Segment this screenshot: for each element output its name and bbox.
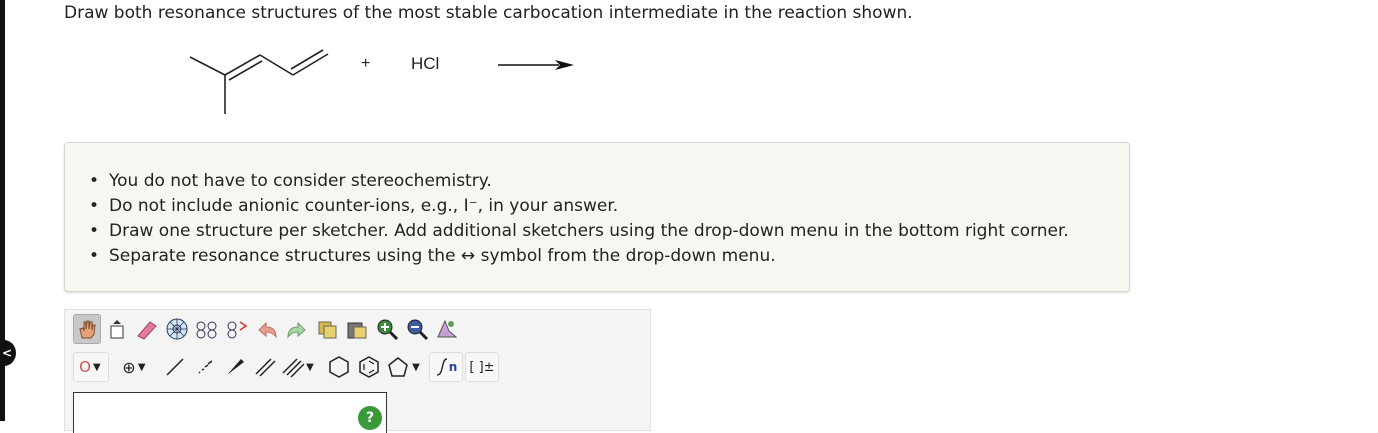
reaction-structure (189, 49, 329, 114)
chevron-left-icon: < (1, 346, 12, 360)
zoom-out-button[interactable] (403, 314, 431, 344)
hand-tool-button[interactable] (73, 314, 101, 344)
erase-all-icon (110, 320, 124, 339)
plus-sign: + (361, 55, 371, 72)
paste-button[interactable] (343, 314, 371, 344)
copy-button[interactable] (313, 314, 341, 344)
cyclohexane-button[interactable] (325, 352, 353, 382)
reaction-arrow-icon (498, 60, 574, 70)
benzene-icon (359, 356, 379, 378)
single-bond-button[interactable] (161, 352, 189, 382)
charge-selector[interactable]: ⊕ ▼ (117, 352, 153, 382)
instruction-item: You do not have to consider stereochemis… (89, 169, 1069, 194)
reaction-map-icon (227, 321, 248, 339)
instructions-panel: You do not have to consider stereochemis… (64, 142, 1130, 292)
clean-button[interactable] (433, 314, 461, 344)
wedge-bond-button[interactable] (221, 352, 249, 382)
double-bond-icon (255, 358, 276, 377)
bond-methyl-left (189, 56, 226, 76)
cyclohexane-icon (329, 356, 349, 378)
instruction-item: Draw one structure per sketcher. Add add… (89, 219, 1069, 244)
paste-icon (347, 322, 367, 339)
dropdown-arrow-icon: ▼ (412, 361, 420, 373)
reaction-map-button[interactable] (223, 314, 251, 344)
cyclopentane-icon (388, 357, 408, 377)
eraser-icon (137, 321, 157, 340)
cyclopentane-selector[interactable]: ▼ (385, 352, 423, 382)
benzene-button[interactable] (355, 352, 383, 382)
toolbar-row-2: O ▼ ⊕ ▼ ▼ ▼ n []± (73, 352, 501, 382)
erase-all-button[interactable] (103, 314, 131, 344)
wedge-bond-icon (227, 359, 244, 375)
collapse-tab[interactable]: < (0, 340, 16, 366)
clean-icon (437, 319, 458, 338)
instruction-item: Separate resonance structures using the … (89, 244, 1069, 269)
eraser-button[interactable] (133, 314, 161, 344)
reagent-label: HCl (411, 54, 440, 73)
undo-icon (258, 321, 277, 339)
redo-icon (287, 321, 306, 339)
copy-icon (318, 321, 337, 339)
triple-bond-selector[interactable]: ▼ (281, 352, 317, 382)
sgroup-button[interactable]: n (429, 352, 463, 382)
bond-single (259, 54, 294, 76)
zoom-out-icon (407, 319, 429, 341)
undo-button[interactable] (253, 314, 281, 344)
ring-template-icon (166, 318, 188, 340)
element-value: O (79, 358, 91, 376)
instruction-item: Do not include anionic counter-ions, e.g… (89, 194, 1069, 219)
dropdown-arrow-icon: ▼ (137, 361, 146, 373)
hand-icon (79, 320, 96, 339)
drawing-canvas[interactable]: ? (73, 392, 387, 433)
bracket-label: [ ]± (469, 359, 495, 375)
hashed-bond-button[interactable] (191, 352, 219, 382)
instructions-list: You do not have to consider stereochemis… (89, 169, 1069, 269)
single-bond-icon (166, 358, 184, 376)
zoom-in-icon (377, 319, 399, 341)
sgroup-label: n (448, 360, 458, 374)
dropdown-arrow-icon: ▼ (93, 361, 101, 373)
atom-map-icon (196, 321, 217, 339)
double-bond-button[interactable] (251, 352, 279, 382)
dropdown-arrow-icon: ▼ (306, 361, 314, 373)
element-selector[interactable]: O ▼ (73, 352, 109, 382)
molecule-sketcher: O ▼ ⊕ ▼ ▼ ▼ n []± ? (64, 309, 651, 433)
zoom-in-button[interactable] (373, 314, 401, 344)
charge-value: ⊕ (122, 357, 136, 377)
question-text: Draw both resonance structures of the mo… (64, 3, 913, 23)
triple-bond-icon (282, 358, 304, 378)
atom-map-button[interactable] (193, 314, 221, 344)
ring-template-button[interactable] (163, 314, 191, 344)
bracket-button[interactable]: [ ]± (465, 352, 499, 382)
sgroup-icon (436, 358, 447, 376)
help-button[interactable]: ? (358, 406, 382, 430)
redo-button[interactable] (283, 314, 311, 344)
toolbar-row-1 (73, 314, 463, 344)
hashed-bond-icon (198, 360, 213, 374)
